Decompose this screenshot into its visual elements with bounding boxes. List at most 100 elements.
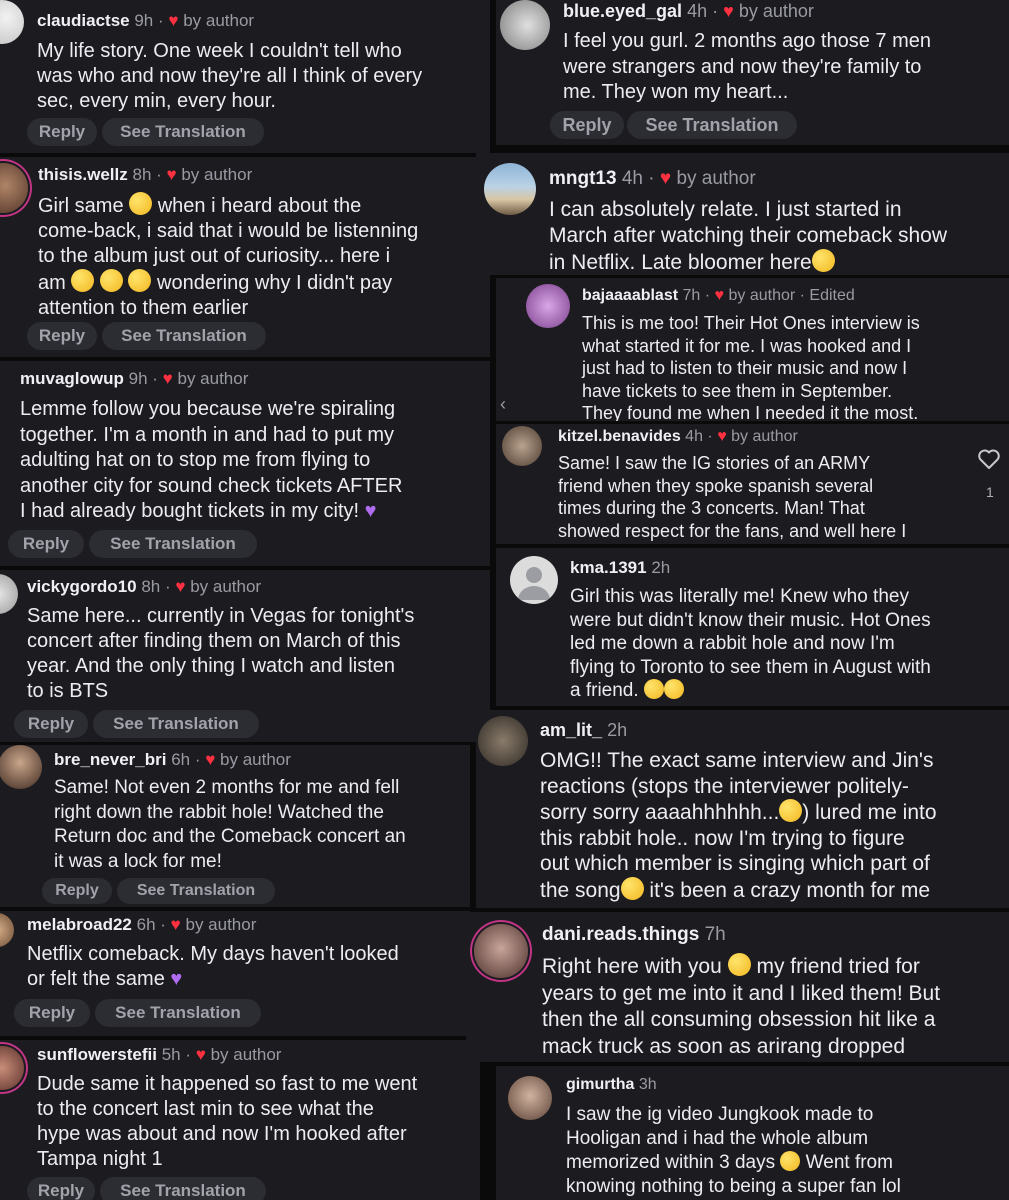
username[interactable]: melabroad22 bbox=[27, 915, 132, 934]
username[interactable]: am_lit_ bbox=[540, 720, 602, 740]
avatar[interactable] bbox=[478, 716, 528, 766]
heart-icon: ♥ bbox=[170, 915, 181, 934]
heart-icon: ♥ bbox=[168, 11, 179, 30]
comment-meta: blue.eyed_gal 4h · ♥ by author bbox=[563, 1, 814, 21]
username[interactable]: muvaglowup bbox=[20, 369, 124, 388]
comment-meta: kitzel.benavides 4h · ♥ by author bbox=[558, 428, 798, 445]
username[interactable]: dani.reads.things bbox=[542, 924, 699, 945]
laughing-crying-emoji-icon bbox=[128, 269, 152, 292]
laughing-crying-emoji-icon bbox=[663, 679, 684, 699]
reply-button[interactable]: Reply bbox=[27, 1177, 95, 1200]
heart-icon: ♥ bbox=[205, 750, 216, 769]
timestamp: 3h bbox=[638, 1076, 657, 1093]
timestamp: 4h bbox=[687, 1, 708, 21]
avatar[interactable] bbox=[474, 924, 528, 978]
comment-meta: sunflowerstefii 5h · ♥ by author bbox=[37, 1045, 282, 1064]
username[interactable]: vickygordo10 bbox=[27, 577, 137, 596]
default-avatar-icon[interactable] bbox=[510, 556, 558, 604]
timestamp: 8h bbox=[141, 577, 161, 596]
reply-button[interactable]: Reply bbox=[14, 999, 90, 1027]
avatar[interactable] bbox=[500, 0, 550, 50]
comment-text: OMG!! The exact same interview and Jin's… bbox=[540, 749, 937, 902]
avatar[interactable] bbox=[0, 1046, 24, 1090]
username[interactable]: claudiactse bbox=[37, 11, 130, 30]
timestamp: 6h bbox=[136, 915, 156, 934]
username[interactable]: sunflowerstefii bbox=[37, 1045, 157, 1064]
username[interactable]: blue.eyed_gal bbox=[563, 1, 682, 21]
heart-icon: ♥ bbox=[166, 165, 177, 184]
avatar[interactable] bbox=[0, 913, 14, 947]
username[interactable]: bre_never_bri bbox=[54, 750, 166, 769]
like-heart-icon[interactable] bbox=[977, 448, 1001, 475]
by-author-label: by author bbox=[177, 369, 249, 388]
comment-card: claudiactse 9h · ♥ by author My life sto… bbox=[0, 0, 490, 153]
laughing-crying-emoji-icon bbox=[99, 269, 123, 292]
avatar[interactable] bbox=[526, 284, 570, 328]
comment-card: dani.reads.things 7h Right here with you… bbox=[466, 912, 1009, 1062]
avatar[interactable] bbox=[508, 1076, 552, 1120]
by-author-label: by author bbox=[183, 11, 255, 30]
see-translation-button[interactable]: See Translation bbox=[102, 118, 264, 146]
comment-text: I saw the ig video Jungkook made to Hool… bbox=[566, 1104, 901, 1197]
comment-text: My life story. One week I couldn't tell … bbox=[37, 40, 423, 112]
username[interactable]: kma.1391 bbox=[570, 558, 647, 577]
reply-button[interactable]: Reply bbox=[8, 530, 84, 558]
timestamp: 4h bbox=[621, 168, 643, 189]
username[interactable]: gimurtha bbox=[566, 1076, 634, 1093]
avatar[interactable] bbox=[502, 426, 542, 466]
avatar[interactable] bbox=[0, 163, 28, 213]
comment-text: Same! I saw the IG stories of an ARMY fr… bbox=[558, 453, 907, 541]
avatar[interactable] bbox=[0, 0, 24, 44]
see-translation-button[interactable]: See Translation bbox=[627, 111, 797, 139]
comment-text: Right here with you my friend tried for … bbox=[542, 953, 941, 1058]
comment-card: bajaaaablast 7h · ♥ by author · Edited T… bbox=[496, 278, 1009, 421]
comment-card: sunflowerstefii 5h · ♥ by author Dude sa… bbox=[0, 1040, 480, 1200]
avatar[interactable] bbox=[484, 163, 536, 215]
reply-button[interactable]: Reply bbox=[550, 111, 624, 139]
comment-meta: am_lit_ 2h bbox=[540, 720, 627, 741]
comment-text: Same! Not even 2 months for me and fell … bbox=[54, 777, 406, 872]
comment-meta: dani.reads.things 7h bbox=[542, 924, 726, 946]
username[interactable]: thisis.wellz bbox=[38, 165, 128, 184]
heart-icon: ♥ bbox=[175, 577, 186, 596]
timestamp: 2h bbox=[651, 558, 671, 577]
timestamp: 8h bbox=[132, 165, 152, 184]
avatar[interactable] bbox=[0, 745, 42, 789]
comment-meta: melabroad22 6h · ♥ by author bbox=[27, 915, 257, 934]
comment-text: Lemme follow you because we're spiraling… bbox=[20, 397, 402, 525]
timestamp: 9h bbox=[128, 369, 148, 388]
see-translation-button[interactable]: See Translation bbox=[117, 878, 275, 904]
comment-meta: vickygordo10 8h · ♥ by author bbox=[27, 577, 262, 596]
laughing-crying-emoji-icon bbox=[727, 953, 751, 976]
comment-meta: bajaaaablast 7h · ♥ by author · Edited bbox=[582, 287, 855, 304]
grinning-sweat-emoji-icon bbox=[620, 876, 644, 900]
laughing-crying-emoji-icon bbox=[129, 192, 153, 215]
comment-text: Same here... currently in Vegas for toni… bbox=[27, 605, 415, 702]
reply-button[interactable]: Reply bbox=[14, 710, 88, 738]
username[interactable]: kitzel.benavides bbox=[558, 428, 681, 445]
reply-button[interactable]: Reply bbox=[27, 322, 97, 350]
comment-text: I feel you gurl. 2 months ago those 7 me… bbox=[563, 30, 931, 103]
username[interactable]: bajaaaablast bbox=[582, 287, 678, 304]
by-author-label: by author bbox=[185, 915, 257, 934]
reply-button[interactable]: Reply bbox=[27, 118, 97, 146]
timestamp: 2h bbox=[607, 720, 628, 740]
see-translation-button[interactable]: See Translation bbox=[100, 1177, 266, 1200]
comment-meta: claudiactse 9h · ♥ by author bbox=[37, 11, 255, 30]
heart-icon: ♥ bbox=[723, 1, 734, 21]
chevron-left-icon[interactable]: ‹ bbox=[500, 394, 506, 415]
see-translation-button[interactable]: See Translation bbox=[89, 530, 257, 558]
see-translation-button[interactable]: See Translation bbox=[95, 999, 261, 1027]
edited-label: · Edited bbox=[795, 287, 855, 304]
see-translation-button[interactable]: See Translation bbox=[93, 710, 259, 738]
timestamp: 7h bbox=[682, 287, 701, 304]
username[interactable]: mngt13 bbox=[549, 168, 617, 189]
reply-button[interactable]: Reply bbox=[42, 878, 112, 904]
timestamp: 5h bbox=[161, 1045, 181, 1064]
laughing-crying-emoji-icon bbox=[779, 799, 803, 822]
see-translation-button[interactable]: See Translation bbox=[102, 322, 266, 350]
by-author-label: by author bbox=[181, 165, 253, 184]
by-author-label: by author bbox=[738, 1, 814, 21]
comment-card: am_lit_ 2h OMG!! The exact same intervie… bbox=[476, 710, 1009, 908]
avatar[interactable] bbox=[0, 574, 18, 614]
